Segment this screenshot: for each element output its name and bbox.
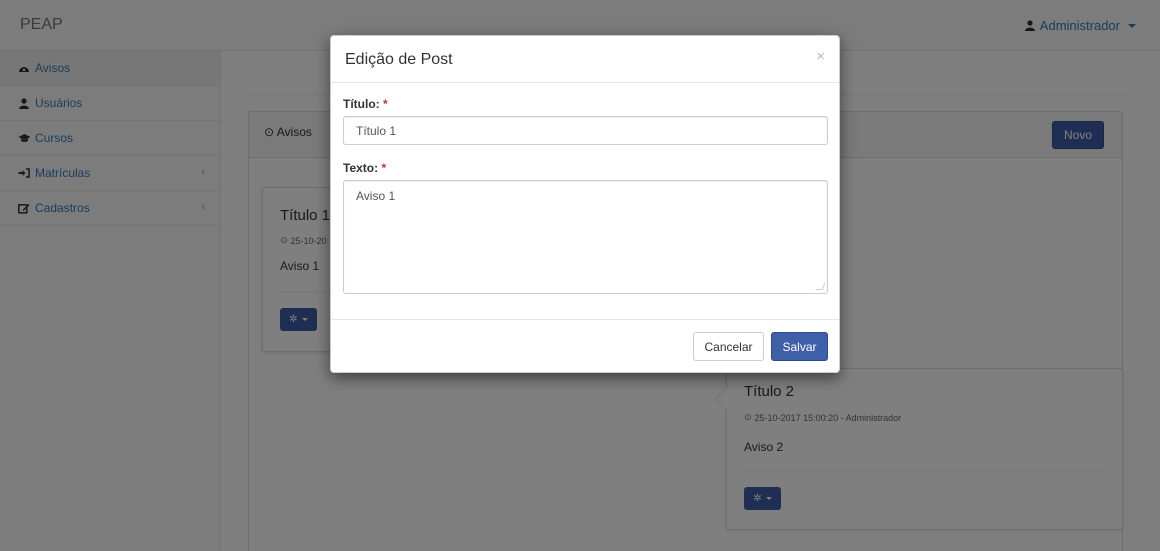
- modal-header: Edição de Post ×: [331, 36, 839, 83]
- text-textarea[interactable]: Aviso 1: [343, 180, 828, 294]
- title-field-label: Título: *: [343, 97, 388, 111]
- title-input[interactable]: Título 1: [343, 116, 828, 145]
- text-label-text: Texto:: [343, 161, 379, 175]
- resize-handle[interactable]: [815, 283, 826, 290]
- text-field-label: Texto: *: [343, 161, 386, 175]
- required-mark: *: [383, 97, 388, 111]
- close-icon[interactable]: ×: [816, 48, 825, 65]
- modal-title: Edição de Post: [345, 51, 453, 68]
- title-input-value: Título 1: [356, 124, 397, 138]
- text-textarea-value: Aviso 1: [356, 189, 396, 203]
- save-button[interactable]: Salvar: [771, 332, 828, 361]
- edit-post-modal: Edição de Post × Título: * Título 1 Text…: [330, 35, 840, 373]
- modal-footer: Cancelar Salvar: [331, 319, 839, 373]
- required-mark: *: [381, 161, 387, 175]
- title-label-text: Título:: [343, 97, 380, 111]
- cancel-button[interactable]: Cancelar: [693, 332, 764, 361]
